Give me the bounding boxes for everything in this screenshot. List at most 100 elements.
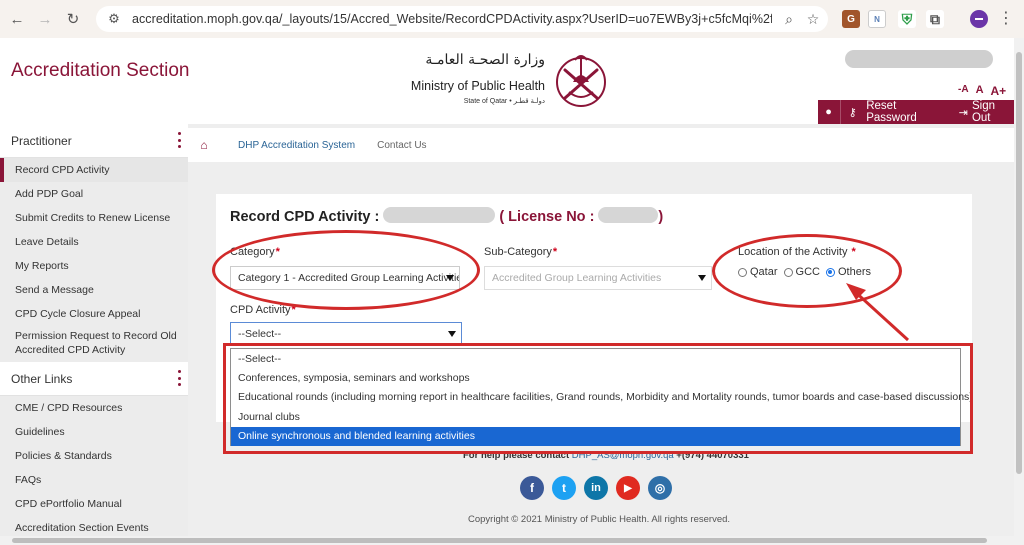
redacted-name	[383, 207, 496, 223]
sidebar-item-faqs[interactable]: FAQs	[0, 468, 188, 492]
main-content: ⌂ DHP Accreditation System Contact Us Re…	[188, 124, 1014, 536]
sidebar-section-title: Other Links	[11, 371, 73, 386]
dropdown-option[interactable]: Journal clubs	[231, 407, 960, 426]
location-others-radio[interactable]	[825, 267, 835, 277]
sidebar-item-add-pdp-goal[interactable]: Add PDP Goal	[0, 182, 188, 206]
address-bar[interactable]: ⚙ accreditation.moph.gov.qa/_layouts/15/…	[96, 6, 828, 32]
logged-in-user-name	[845, 50, 993, 68]
home-icon[interactable]: ⌂	[198, 138, 210, 152]
font-normal-button[interactable]: A	[976, 84, 984, 98]
contact-us-link[interactable]: Contact Us	[377, 140, 426, 151]
account-bar: ● ⚷ Reset Password ⇥ Sign Out	[818, 100, 1014, 124]
location-option-label: Others	[837, 266, 871, 278]
reset-password-link[interactable]: Reset Password	[866, 100, 945, 124]
font-decrease-button[interactable]: -A	[958, 84, 969, 98]
sidebar-item-guidelines[interactable]: Guidelines	[0, 420, 188, 444]
back-icon[interactable]: ←	[6, 8, 28, 30]
section-title[interactable]: Accreditation Section	[11, 60, 190, 82]
dropdown-option[interactable]: Educational rounds (including morning re…	[231, 388, 973, 407]
help-phone: +(974) 44070331	[676, 450, 749, 461]
ministry-name-arabic: وزارة الصحـة العامـة	[425, 52, 545, 68]
twitter-icon[interactable]: t	[552, 476, 576, 500]
sidebar: Practitioner Record CPD Activity Add PDP…	[0, 124, 188, 536]
sidebar-item-cpd-cycle-closure-appeal[interactable]: CPD Cycle Closure Appeal	[0, 302, 188, 326]
location-gcc-radio[interactable]	[783, 267, 793, 277]
sidebar-section-title: Practitioner	[11, 133, 72, 148]
dropdown-option-highlighted[interactable]: Online synchronous and blended learning …	[231, 426, 960, 446]
extension-news-icon[interactable]: N	[868, 10, 886, 28]
sign-out-icon: ⇥	[958, 106, 968, 119]
license-close-paren: )	[658, 209, 664, 225]
chevron-down-icon	[446, 275, 454, 281]
sidebar-item-send-message[interactable]: Send a Message	[0, 278, 188, 302]
reload-icon[interactable]: ↻	[62, 8, 84, 30]
user-profile-icon[interactable]: ●	[822, 105, 835, 119]
chevron-down-icon	[448, 331, 456, 337]
forward-icon[interactable]: →	[34, 8, 56, 30]
youtube-icon[interactable]: ▶	[616, 476, 640, 500]
scrollbar-thumb[interactable]	[1016, 52, 1022, 474]
sidebar-section-other-links: Other Links	[0, 362, 188, 396]
license-label: ( License No :	[499, 209, 595, 225]
qatar-emblem-icon	[556, 55, 606, 107]
location-radio-group: Qatar GCC Others	[738, 266, 877, 278]
horizontal-scrollbar[interactable]	[0, 536, 1014, 545]
shield-extension-icon[interactable]: ⛨	[898, 10, 916, 28]
help-contact: For help please contact DHP_AS@moph.gov.…	[463, 450, 749, 461]
ministry-name-english: Ministry of Public Health	[410, 79, 545, 93]
browser-toolbar: ← → ↻ ⚙ accreditation.moph.gov.qa/_layou…	[0, 0, 1024, 38]
cpd-activity-options-list: --Select-- Conferences, symposia, semina…	[230, 348, 973, 446]
sidebar-item-my-reports[interactable]: My Reports	[0, 254, 188, 278]
key-icon: ⚷	[848, 106, 857, 119]
location-option-label: GCC	[795, 266, 820, 278]
facebook-icon[interactable]: f	[520, 476, 544, 500]
address-url[interactable]: accreditation.moph.gov.qa/_layouts/15/Ac…	[132, 12, 772, 26]
cpd-activity-select-value: --Select--	[238, 327, 282, 340]
site-info-icon[interactable]: ⚙	[106, 11, 122, 27]
extensions-puzzle-icon[interactable]: ⧉	[926, 10, 944, 28]
bookmark-star-icon[interactable]: ☆	[804, 10, 822, 28]
site-header: Accreditation Section وزارة الصحـة العام…	[0, 38, 1014, 124]
sign-out-link[interactable]: Sign Out	[972, 100, 1014, 124]
category-select[interactable]: Category 1 - Accredited Group Learning A…	[230, 266, 460, 290]
sidebar-item-submit-credits[interactable]: Submit Credits to Renew License	[0, 206, 188, 230]
cpd-activity-select[interactable]: --Select--	[230, 322, 462, 346]
sidebar-item-permission-request[interactable]: Permission Request to Record Old Accredi…	[0, 326, 188, 360]
extension-g-icon[interactable]: G	[842, 10, 860, 28]
browser-menu-icon[interactable]: ⋮	[998, 9, 1014, 29]
scrollbar-thumb[interactable]	[12, 538, 987, 543]
sidebar-item-cme-cpd-resources[interactable]: CME / CPD Resources	[0, 396, 188, 420]
page-title: Record CPD Activity : ( License No :)	[230, 207, 663, 225]
linkedin-icon[interactable]: in	[584, 476, 608, 500]
redacted-license-number	[598, 207, 659, 223]
location-label: Location of the Activity *	[738, 246, 856, 258]
sidebar-item-policies-standards[interactable]: Policies & Standards	[0, 444, 188, 468]
subcategory-select[interactable]: Accredited Group Learning Activities	[484, 266, 712, 290]
font-increase-button[interactable]: A+	[991, 84, 1007, 98]
category-select-value: Category 1 - Accredited Group Learning A…	[238, 272, 460, 284]
dropdown-option[interactable]: Conferences, symposia, seminars and work…	[231, 368, 960, 387]
profile-avatar[interactable]	[970, 10, 988, 28]
sidebar-section-practitioner: Practitioner	[0, 124, 188, 158]
kebab-menu-icon[interactable]	[178, 132, 182, 148]
sidebar-item-leave-details[interactable]: Leave Details	[0, 230, 188, 254]
vertical-scrollbar[interactable]	[1014, 38, 1024, 545]
zoom-icon[interactable]: ⌕	[780, 10, 798, 28]
sidebar-item-record-cpd-activity[interactable]: Record CPD Activity	[0, 158, 188, 182]
divider	[840, 100, 842, 124]
sidebar-item-cpd-eportfolio-manual[interactable]: CPD ePortfolio Manual	[0, 492, 188, 516]
ministry-logo[interactable]: وزارة الصحـة العامـة Ministry of Public …	[405, 48, 615, 114]
copyright: Copyright © 2021 Ministry of Public Heal…	[468, 514, 731, 525]
help-email-link[interactable]: DHP_AS@moph.gov.qa	[572, 450, 674, 461]
subcategory-label: Sub-Category*	[484, 246, 558, 258]
font-size-controls: -A A A+	[958, 84, 1006, 98]
location-qatar-radio[interactable]	[738, 267, 747, 277]
cpd-activity-label: CPD Activity*	[230, 304, 296, 316]
instagram-icon[interactable]: ◎	[648, 476, 672, 500]
breadcrumb-dhp-link[interactable]: DHP Accreditation System	[238, 140, 355, 151]
page-title-text: Record CPD Activity :	[230, 209, 380, 225]
breadcrumb: ⌂ DHP Accreditation System Contact Us	[188, 128, 1014, 162]
kebab-menu-icon[interactable]	[178, 370, 182, 386]
dropdown-option[interactable]: --Select--	[231, 349, 960, 368]
subcategory-select-value: Accredited Group Learning Activities	[492, 272, 662, 284]
